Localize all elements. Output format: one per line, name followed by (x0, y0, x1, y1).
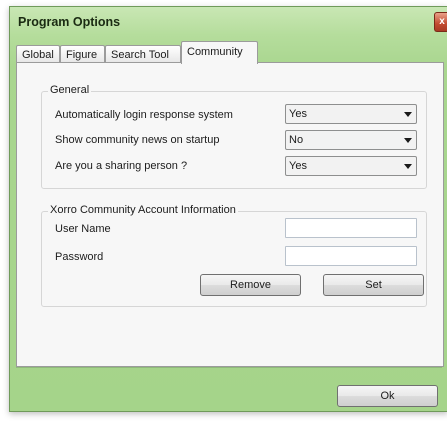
username-input[interactable] (285, 218, 417, 238)
sharing-person-label: Are you a sharing person ? (55, 160, 188, 172)
close-button[interactable]: x (434, 12, 447, 32)
remove-button[interactable]: Remove (200, 274, 301, 296)
username-label: User Name (55, 223, 111, 235)
tab-global[interactable]: Global (16, 45, 60, 63)
tab-community[interactable]: Community (181, 41, 258, 64)
tab-search-tool[interactable]: Search Tool (105, 45, 181, 63)
chevron-down-icon (404, 138, 412, 143)
auto-login-label: Automatically login response system (55, 109, 233, 121)
sharing-person-select[interactable]: Yes (285, 156, 417, 176)
sharing-person-value: Yes (289, 160, 307, 172)
tab-content-community: General Automatically login response sys… (16, 62, 444, 367)
auto-login-select[interactable]: Yes (285, 104, 417, 124)
community-news-select[interactable]: No (285, 130, 417, 150)
close-icon: x (439, 16, 445, 27)
community-news-value: No (289, 134, 304, 146)
window-title: Program Options (18, 15, 121, 29)
general-group-title: General (48, 84, 92, 96)
set-button[interactable]: Set (323, 274, 424, 296)
community-news-label: Show community news on startup (55, 134, 220, 146)
password-label: Password (55, 251, 104, 263)
general-group: General Automatically login response sys… (41, 84, 427, 189)
ok-button[interactable]: Ok (337, 385, 438, 407)
title-bar[interactable]: Program Options x (10, 7, 447, 39)
footer-divider (16, 367, 442, 368)
program-options-window: Program Options x Global Figure Search T… (9, 6, 447, 412)
account-group: Xorro Community Account Information User… (41, 204, 427, 307)
account-group-title: Xorro Community Account Information (48, 204, 238, 216)
chevron-down-icon (404, 164, 412, 169)
password-input[interactable] (285, 246, 417, 266)
tab-figure[interactable]: Figure (60, 45, 105, 63)
chevron-down-icon (404, 112, 412, 117)
auto-login-value: Yes (289, 108, 307, 120)
